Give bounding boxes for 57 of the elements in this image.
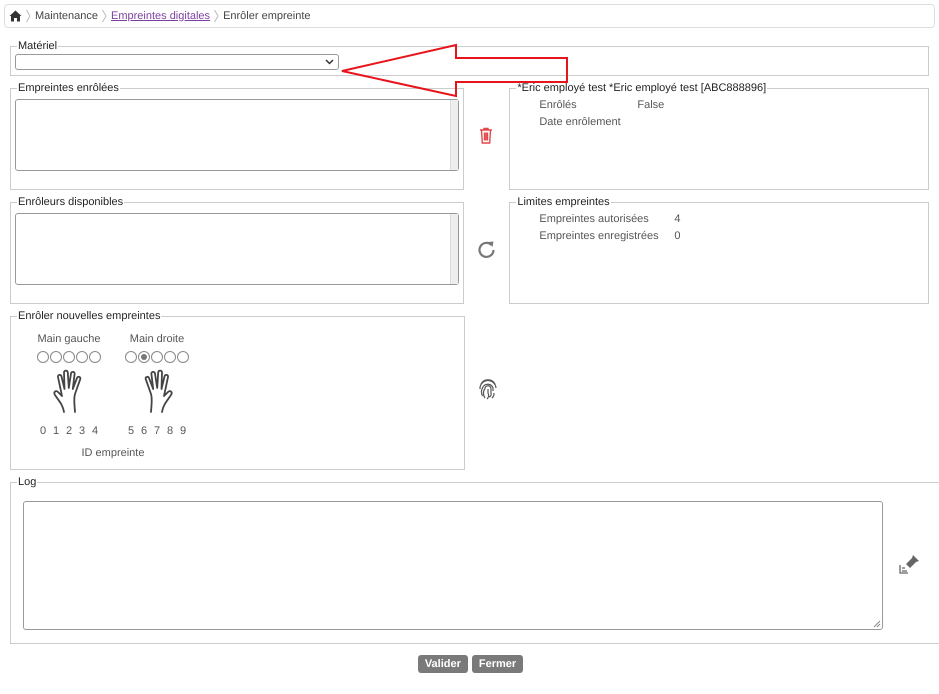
finger-number: 5 xyxy=(126,424,136,438)
chevron-right-icon xyxy=(214,9,220,23)
chevron-right-icon xyxy=(102,9,107,23)
group-title: Empreintes enrôlées xyxy=(17,81,120,96)
finger-number: 8 xyxy=(166,424,174,438)
finger-radio[interactable] xyxy=(37,350,49,362)
breadcrumb-item: Enrôler empreinte xyxy=(223,8,310,24)
resize-grip-icon[interactable] xyxy=(873,620,881,628)
chevron-right-icon xyxy=(26,9,31,23)
breadcrumb-item: Maintenance xyxy=(35,8,98,24)
group-title: Matériel xyxy=(17,39,58,54)
field-value: 0 xyxy=(674,228,680,244)
finger-number: 9 xyxy=(178,424,188,438)
refresh-icon[interactable] xyxy=(476,240,496,258)
breadcrumb-link[interactable]: Empreintes digitales xyxy=(111,8,210,24)
hand-label: Main droite xyxy=(130,332,184,346)
finger-radio[interactable] xyxy=(50,350,62,362)
finger-radio[interactable] xyxy=(125,350,137,362)
scrollbar[interactable] xyxy=(450,100,458,170)
finger-number: 7 xyxy=(152,424,162,438)
group-title: Limites empreintes xyxy=(516,195,611,210)
finger-number: 4 xyxy=(90,424,100,438)
field-value: 4 xyxy=(674,212,680,227)
group-title: Log xyxy=(17,475,38,490)
finger-radio[interactable] xyxy=(89,350,101,362)
field-label: Empreintes enregistrées xyxy=(539,228,660,244)
finger-radio[interactable] xyxy=(164,350,176,362)
finger-number: 0 xyxy=(38,424,48,438)
finger-number: 2 xyxy=(64,424,74,438)
field-label: Empreintes autorisées xyxy=(539,212,650,227)
finger-radio[interactable] xyxy=(138,350,150,362)
hand-label: Main gauche xyxy=(38,332,100,346)
brush-icon[interactable] xyxy=(898,554,920,576)
finger-radio[interactable] xyxy=(177,350,189,362)
hardware-dropdown[interactable] xyxy=(15,54,339,70)
id-label: ID empreinte xyxy=(82,446,144,461)
finger-radio[interactable] xyxy=(151,350,163,362)
finger-number: 3 xyxy=(78,424,86,438)
home-icon[interactable] xyxy=(9,10,22,22)
finger-number: 1 xyxy=(52,424,60,438)
scrollbar[interactable] xyxy=(450,214,458,284)
finger-number: 6 xyxy=(140,424,148,438)
group-title: Enrôleurs disponibles xyxy=(17,195,124,210)
field-label: Date enrôlement xyxy=(539,114,622,130)
action-button[interactable]: Fermer xyxy=(472,655,524,673)
field-value: False xyxy=(637,98,664,113)
group-title: Enrôler nouvelles empreintes xyxy=(17,309,162,324)
group-title: *Eric employé test *Eric employé test [ABC888896] xyxy=(516,81,768,96)
trash-icon[interactable] xyxy=(479,126,494,144)
field-label: Enrôlés xyxy=(539,98,578,113)
chevron-down-icon xyxy=(325,58,334,64)
finger-radio[interactable] xyxy=(63,350,75,362)
finger-radio[interactable] xyxy=(76,350,88,362)
fingerprint-icon[interactable] xyxy=(478,378,498,400)
list-box[interactable] xyxy=(15,212,459,284)
action-button[interactable]: Valider xyxy=(418,655,468,673)
list-box[interactable] xyxy=(15,98,459,170)
